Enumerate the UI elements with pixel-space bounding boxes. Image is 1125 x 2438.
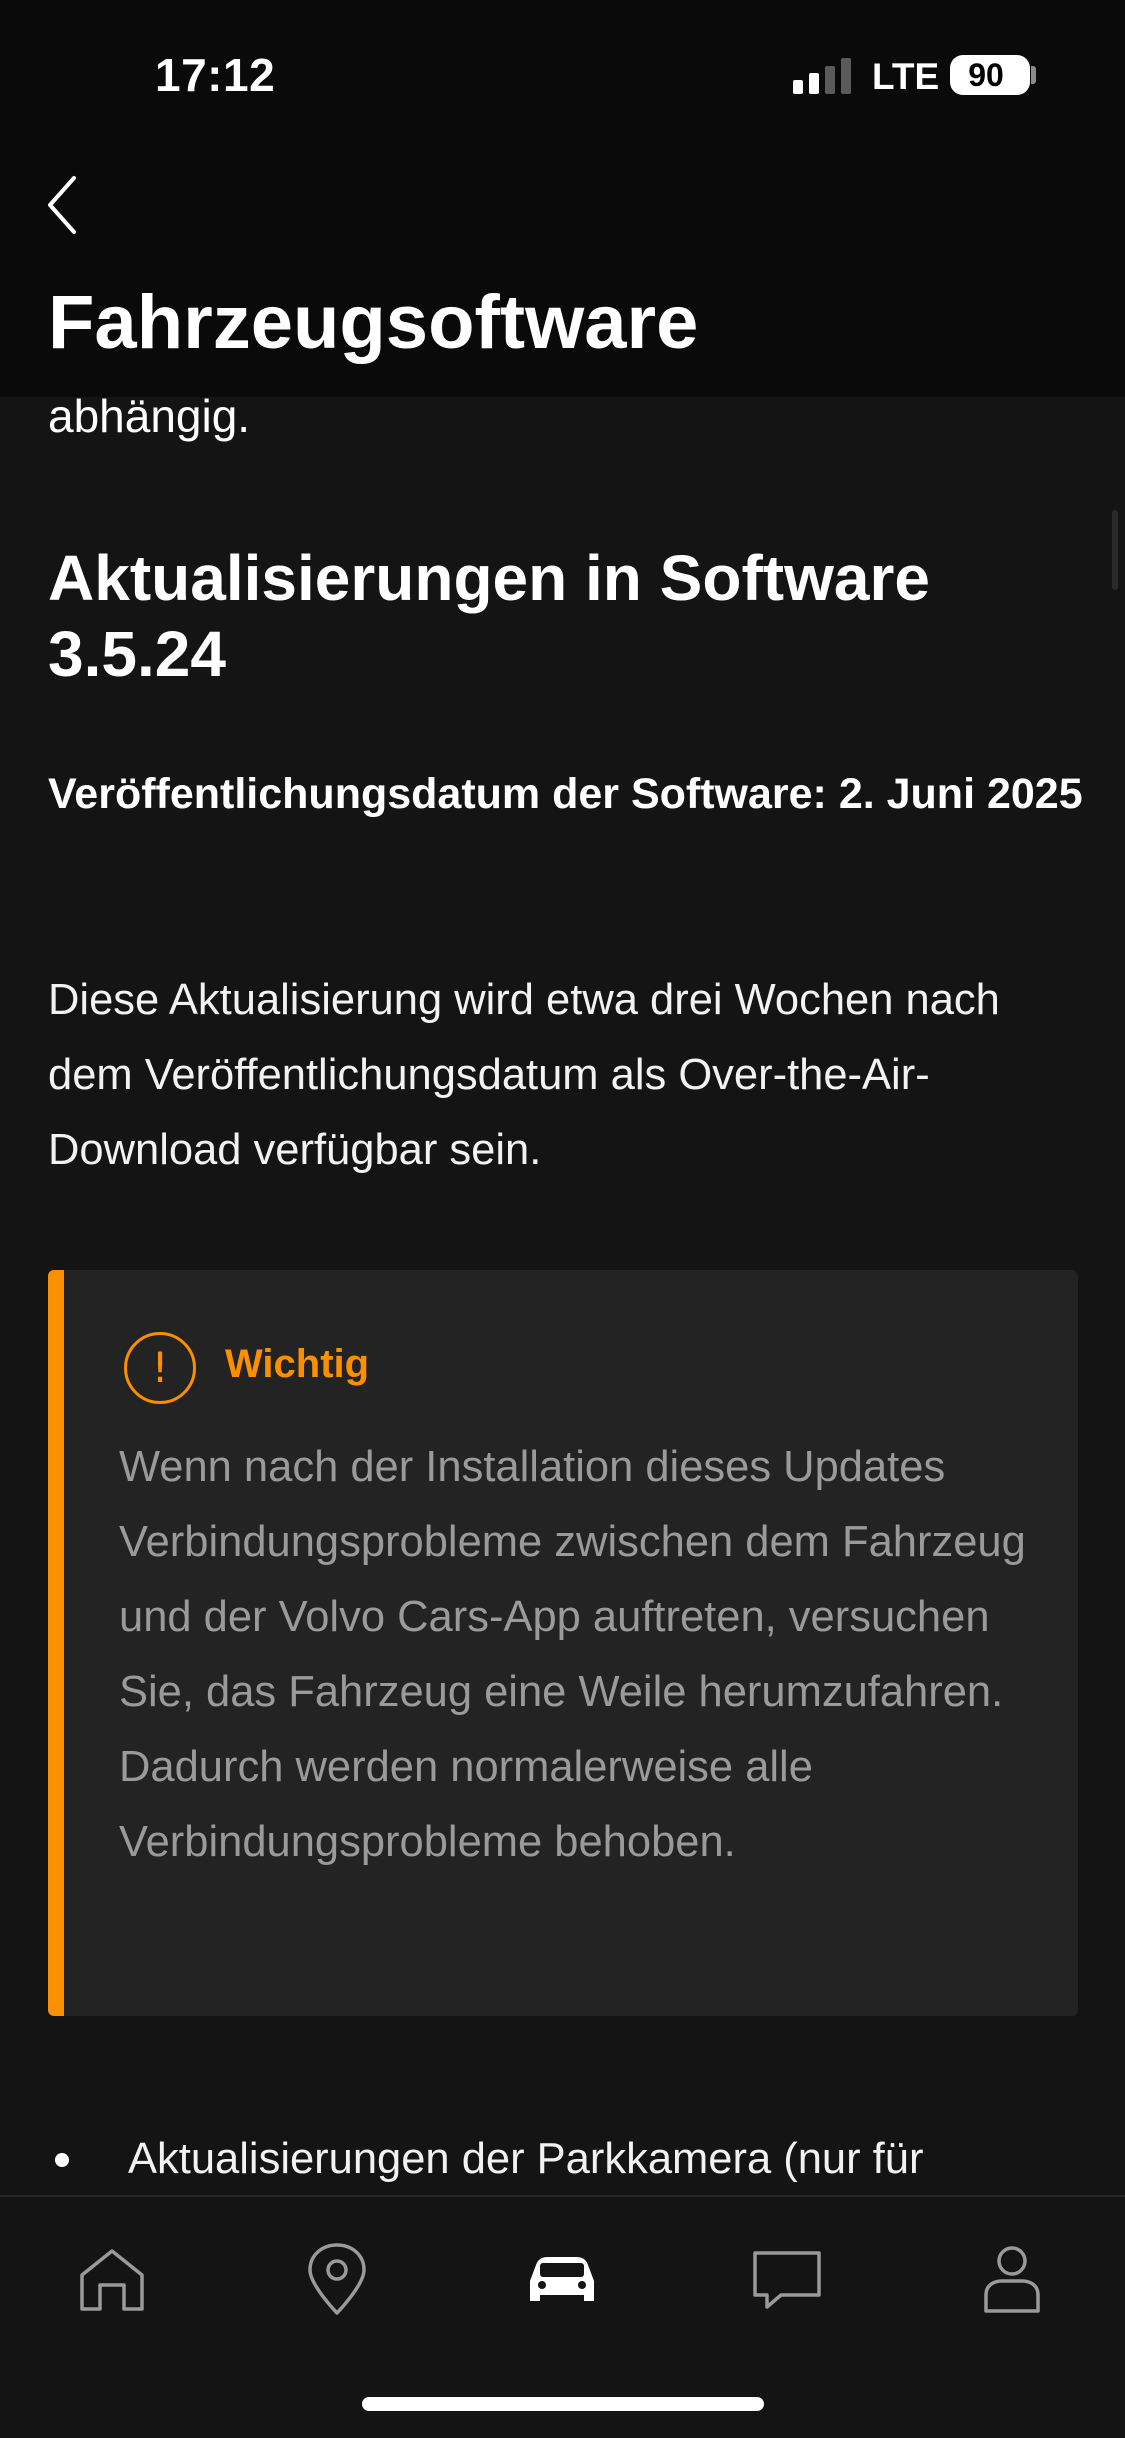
back-button[interactable] [40, 170, 90, 240]
release-date: Veröffentlichungsdatum der Software: 2. … [48, 770, 1083, 818]
important-notice: ! Wichtig Wenn nach der Installation die… [48, 1270, 1078, 2016]
chat-bubble-icon [753, 2251, 821, 2309]
notice-accent-bar [48, 1270, 64, 2016]
notice-text: Wenn nach der Installation dieses Update… [119, 1443, 1026, 1866]
availability-text: Diese Aktualisierung wird etwa drei Woch… [48, 976, 1000, 1174]
tab-profile[interactable] [972, 2239, 1052, 2319]
bullet-icon [55, 2153, 69, 2167]
car-icon [530, 2257, 594, 2301]
battery-icon: 90 [950, 55, 1030, 95]
chevron-left-icon [48, 176, 76, 234]
scrollbar[interactable] [1112, 510, 1118, 590]
exclamation-circle-icon: ! [124, 1332, 196, 1404]
home-indicator[interactable] [362, 2397, 764, 2411]
status-time: 17:12 [155, 49, 276, 101]
tab-home[interactable] [72, 2239, 152, 2319]
tab-car[interactable] [522, 2239, 602, 2319]
tab-messages[interactable] [747, 2239, 827, 2319]
network-type: LTE [872, 56, 940, 97]
tab-map[interactable] [297, 2239, 377, 2319]
profile-icon [984, 2246, 1040, 2313]
page-title: Fahrzeugsoftware [48, 280, 699, 365]
notice-label: Wichtig [225, 1342, 370, 1386]
section-title: Aktualisierungen in Software 3.5.24 [48, 542, 930, 690]
signal-strength-icon [793, 58, 853, 94]
list-item: Aktualisierungen der Parkkamera (nur für [128, 2135, 924, 2183]
header-bar: 17:12 LTE 90 Fahrzeugsoftware [0, 0, 1125, 397]
location-pin-icon [308, 2243, 366, 2315]
battery-level: 90 [968, 57, 1004, 93]
home-icon [80, 2249, 144, 2311]
battery-cap [1031, 66, 1036, 84]
